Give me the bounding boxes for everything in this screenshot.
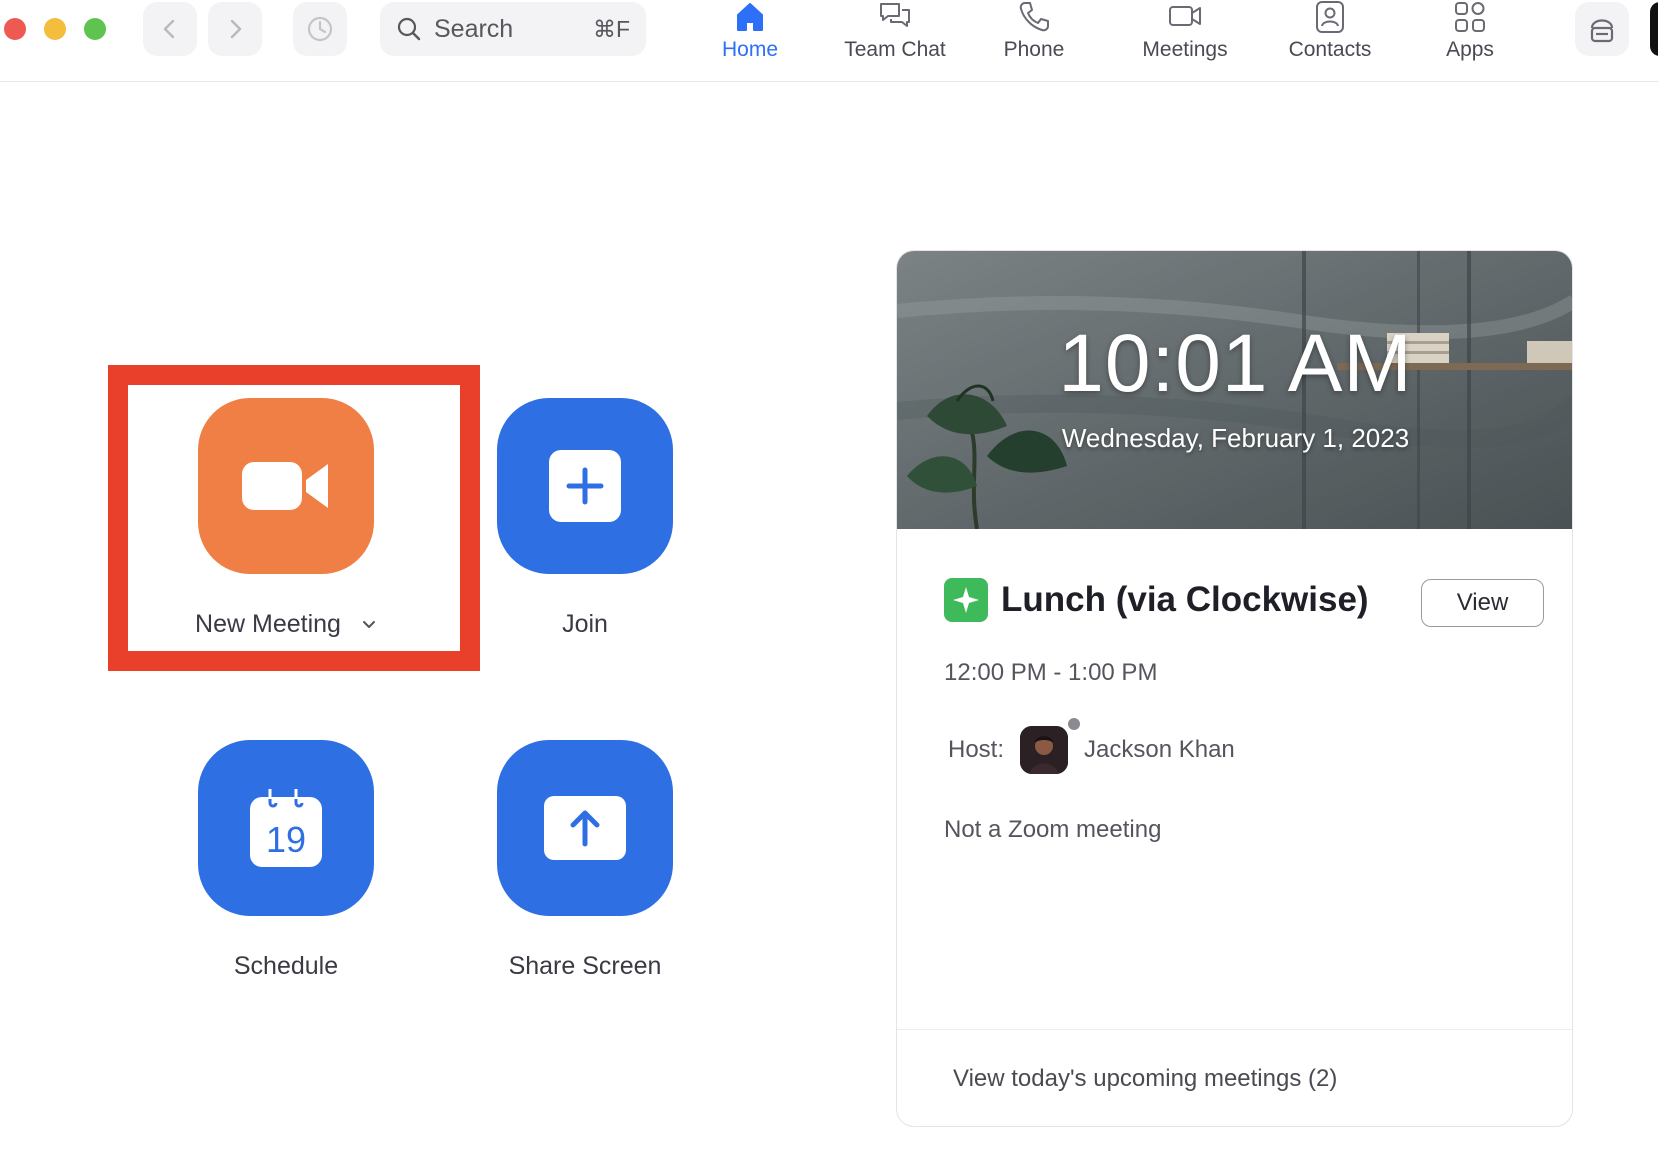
host-avatar	[1020, 726, 1069, 774]
search-icon	[397, 17, 421, 41]
host-status-badge	[1066, 716, 1082, 732]
profile-avatar[interactable]	[1650, 2, 1658, 56]
event-time-range: 12:00 PM - 1:00 PM	[944, 659, 1158, 686]
schedule-action[interactable]: 19 Schedule	[156, 740, 416, 981]
chevron-down-icon[interactable]	[361, 619, 377, 631]
new-meeting-button[interactable]	[198, 398, 374, 574]
host-label: Host:	[948, 736, 1005, 763]
clockwise-sparkle-icon	[944, 578, 988, 622]
whiteboard-icon	[1590, 19, 1614, 43]
card-footer: View today's upcoming meetings (2)	[897, 1029, 1572, 1126]
window-minimize-button[interactable]	[44, 18, 66, 40]
apps-icon	[1455, 2, 1485, 32]
tab-phone[interactable]: Phone	[989, 0, 1079, 80]
tab-label: Apps	[1446, 38, 1494, 61]
upcoming-meetings-link[interactable]: View today's upcoming meetings (2)	[953, 1065, 1337, 1093]
calendar-icon: 19	[250, 789, 322, 867]
plus-icon	[549, 450, 621, 522]
share-screen-label: Share Screen	[508, 952, 662, 980]
tab-label: Team Chat	[844, 38, 946, 61]
whiteboard-button[interactable]	[1575, 2, 1629, 56]
window-close-button[interactable]	[4, 18, 26, 40]
share-screen-button[interactable]	[497, 740, 673, 916]
search-shortcut: ⌘F	[592, 15, 630, 42]
upcoming-meeting-card: 10:01 AM Wednesday, February 1, 2023 Lun…	[896, 250, 1573, 1127]
schedule-button[interactable]: 19	[198, 740, 374, 916]
window-maximize-button[interactable]	[84, 18, 106, 40]
tab-team-chat[interactable]: Team Chat	[835, 0, 955, 80]
event-title: Lunch (via Clockwise)	[1001, 580, 1369, 619]
tab-label: Meetings	[1142, 38, 1228, 61]
new-meeting-action[interactable]: New Meeting	[156, 398, 416, 639]
back-button[interactable]	[143, 2, 197, 56]
calendar-day-number: 19	[265, 819, 307, 860]
new-meeting-label: New Meeting	[195, 610, 377, 639]
top-toolbar: Search ⌘F Home Team Chat Phone Meetings	[0, 0, 1658, 82]
current-date: Wednesday, February 1, 2023	[1061, 423, 1410, 453]
schedule-label: Schedule	[233, 952, 339, 980]
contacts-icon	[1316, 1, 1344, 33]
video-camera-icon	[242, 462, 328, 510]
tab-label: Contacts	[1288, 38, 1372, 61]
tab-apps[interactable]: Apps	[1425, 0, 1515, 80]
search-placeholder: Search	[434, 14, 514, 43]
history-clock-icon	[307, 16, 333, 42]
event-header: Lunch (via Clockwise)	[944, 578, 1369, 622]
tab-contacts[interactable]: Contacts	[1275, 0, 1385, 80]
tab-label: Home	[721, 38, 779, 61]
tab-label: Phone	[1003, 38, 1065, 61]
event-host: Host: Jackson Khan	[948, 726, 1235, 774]
current-time: 10:01 AM	[1058, 318, 1413, 409]
share-screen-action[interactable]: Share Screen	[455, 740, 715, 981]
event-note: Not a Zoom meeting	[944, 816, 1162, 843]
chevron-right-icon	[230, 19, 242, 39]
tab-home[interactable]: Home	[710, 0, 790, 80]
forward-button[interactable]	[208, 2, 262, 56]
history-button[interactable]	[293, 2, 347, 56]
search-bar[interactable]: Search ⌘F	[380, 2, 646, 56]
video-camera-icon	[1169, 6, 1201, 26]
phone-icon	[1019, 2, 1049, 32]
join-button[interactable]	[497, 398, 673, 574]
view-event-button[interactable]: View	[1421, 579, 1544, 627]
home-icon	[737, 3, 763, 31]
chat-icon	[880, 3, 910, 27]
host-name: Jackson Khan	[1084, 736, 1235, 763]
new-meeting-text: New Meeting	[195, 610, 341, 638]
clock-banner: 10:01 AM Wednesday, February 1, 2023	[897, 251, 1572, 529]
chevron-left-icon	[163, 19, 175, 39]
tab-meetings[interactable]: Meetings	[1130, 0, 1240, 80]
join-label: Join	[562, 610, 608, 638]
join-action[interactable]: Join	[455, 398, 715, 639]
share-screen-arrow-icon	[544, 796, 626, 860]
